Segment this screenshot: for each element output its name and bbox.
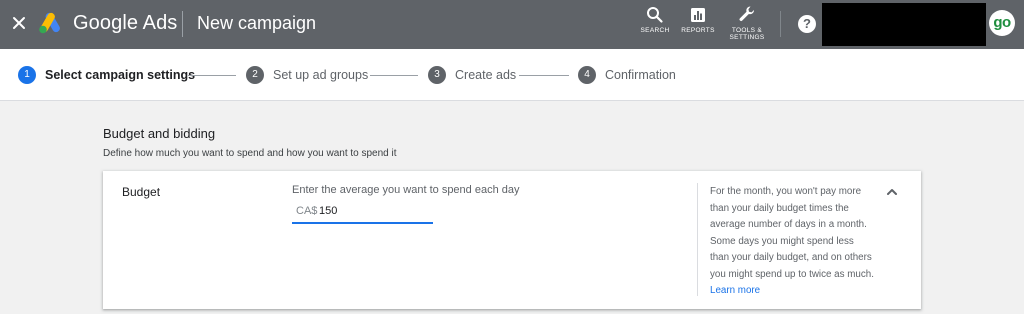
step-set-up-ad-groups[interactable]: 2 Set up ad groups bbox=[246, 65, 368, 85]
step-label: Set up ad groups bbox=[273, 68, 369, 82]
step-label: Select campaign settings bbox=[45, 68, 196, 82]
step-select-campaign-settings[interactable]: 1 Select campaign settings bbox=[18, 65, 195, 85]
tools-label-line2: SETTINGS bbox=[729, 34, 765, 41]
budget-prompt: Enter the average you want to spend each… bbox=[292, 184, 520, 196]
chevron-up-icon[interactable] bbox=[885, 185, 899, 199]
divider bbox=[780, 11, 781, 37]
step-connector bbox=[188, 75, 236, 76]
account-info-redacted[interactable] bbox=[822, 3, 986, 46]
divider bbox=[182, 11, 183, 37]
close-icon[interactable] bbox=[9, 13, 29, 33]
google-ads-logo-icon bbox=[38, 12, 64, 34]
step-connector bbox=[370, 75, 418, 76]
search-button[interactable]: SEARCH bbox=[640, 6, 670, 34]
step-label: Create ads bbox=[455, 68, 517, 82]
search-label: SEARCH bbox=[640, 27, 670, 34]
step-number: 4 bbox=[578, 66, 596, 84]
brand-name: Google Ads bbox=[73, 12, 178, 34]
help-icon[interactable]: ? bbox=[798, 15, 816, 33]
search-icon bbox=[647, 7, 663, 23]
step-create-ads[interactable]: 3 Create ads bbox=[428, 65, 516, 85]
daily-budget-input[interactable]: CA$ 150 bbox=[292, 202, 433, 224]
step-connector bbox=[519, 75, 569, 76]
page-title: New campaign bbox=[197, 13, 317, 33]
step-number: 1 bbox=[18, 66, 36, 84]
step-number: 3 bbox=[428, 66, 446, 84]
learn-more-link[interactable]: Learn more bbox=[710, 285, 760, 296]
step-confirmation[interactable]: 4 Confirmation bbox=[578, 65, 676, 85]
reports-button[interactable]: REPORTS bbox=[680, 6, 716, 34]
budget-value[interactable]: 150 bbox=[319, 205, 337, 217]
budget-label: Budget bbox=[122, 185, 161, 199]
wrench-icon bbox=[739, 6, 755, 21]
campaign-stepper: 1 Select campaign settings 2 Set up ad g… bbox=[0, 49, 1024, 101]
section-subtitle: Define how much you want to spend and ho… bbox=[103, 148, 397, 159]
divider bbox=[697, 183, 698, 296]
tools-settings-button[interactable]: TOOLS & SETTINGS bbox=[728, 4, 766, 41]
help-paragraph: For the month, you won't pay more than y… bbox=[710, 186, 874, 280]
top-app-bar: Google Ads New campaign SEARCH REPORTS T… bbox=[0, 0, 1024, 49]
reports-label: REPORTS bbox=[681, 27, 715, 34]
section-title: Budget and bidding bbox=[103, 126, 216, 141]
step-number: 2 bbox=[246, 66, 264, 84]
tools-label-line1: TOOLS & bbox=[731, 27, 763, 34]
step-label: Confirmation bbox=[605, 68, 676, 82]
reports-icon bbox=[691, 8, 705, 22]
budget-card: Budget Enter the average you want to spe… bbox=[103, 171, 921, 309]
avatar[interactable]: go bbox=[989, 10, 1015, 36]
budget-help-text: For the month, you won't pay more than y… bbox=[710, 184, 875, 300]
currency-prefix: CA$ bbox=[296, 205, 318, 217]
